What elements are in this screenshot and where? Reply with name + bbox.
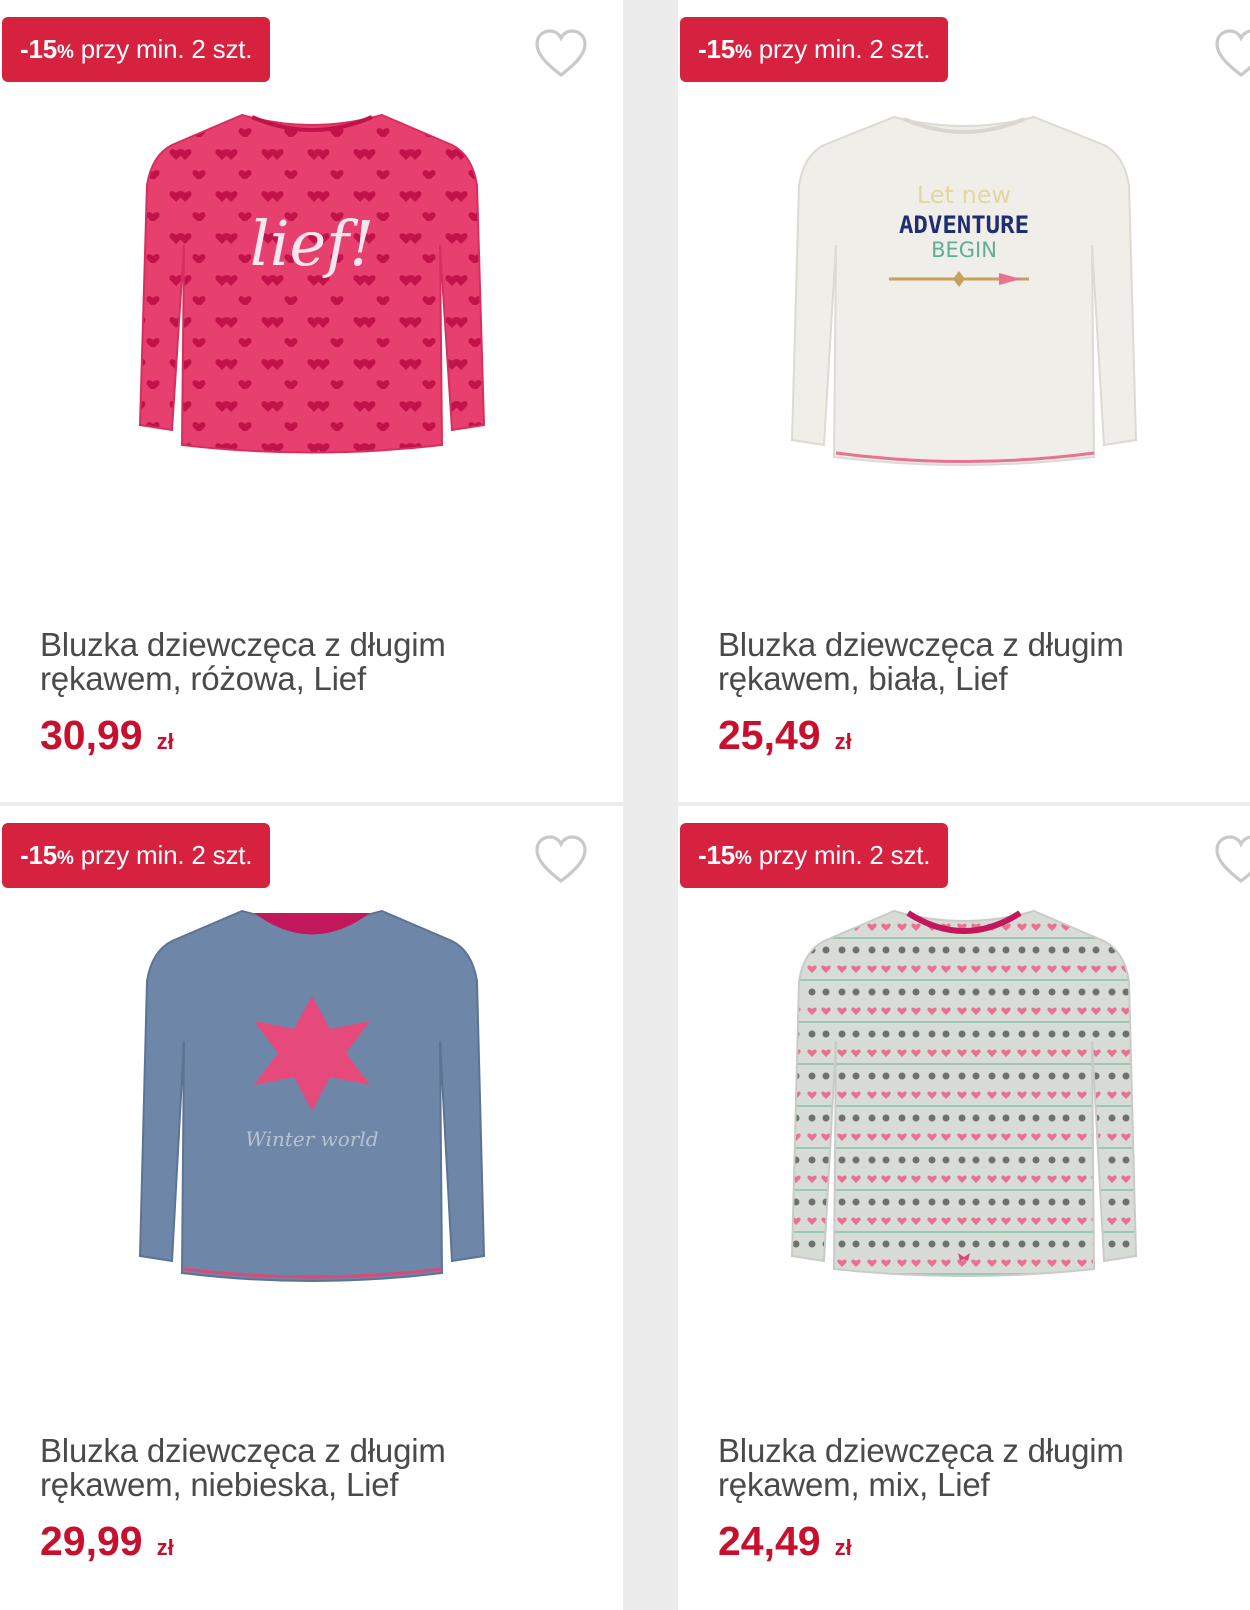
badge-percent-sign: % [734,848,752,869]
product-title-line: rękawem, mix, Lief [718,1466,990,1503]
price-value: 29,99 [40,1518,143,1564]
product-image[interactable] [678,901,1250,1341]
price-value: 30,99 [40,712,143,758]
badge-text: przy min. 2 szt. [80,34,253,64]
heart-outline-icon[interactable] [1214,834,1250,886]
product-grid: -15% przy min. 2 szt. lief! Bluzka dziew… [0,0,1250,1610]
product-title-line: rękawem, różowa, Lief [40,660,366,697]
product-price: 29,99 zł [40,1518,174,1565]
print-text: Let new [917,181,1011,209]
svg-text:lief!: lief! [249,207,373,280]
badge-text: przy min. 2 szt. [758,34,931,64]
badge-percent: -15% [698,840,752,871]
badge-text: przy min. 2 szt. [80,840,253,870]
print-text: BEGIN [931,238,997,262]
product-card-pink[interactable]: -15% przy min. 2 szt. lief! Bluzka dziew… [0,0,623,802]
shirt-mix-image [790,909,1138,1277]
badge-percent-sign: % [56,42,74,63]
product-image[interactable]: Let new ADVENTURE BEGIN [678,95,1250,535]
product-title-line: rękawem, niebieska, Lief [40,1466,399,1503]
heart-outline-icon[interactable] [1214,28,1250,80]
product-price: 30,99 zł [40,712,174,759]
price-value: 24,49 [718,1518,821,1564]
product-title-line: rękawem, biała, Lief [718,660,1008,697]
badge-percent-sign: % [734,42,752,63]
discount-badge: -15% przy min. 2 szt. [2,823,271,888]
product-title[interactable]: Bluzka dziewczęca z długim rękawem, biał… [718,628,1218,696]
badge-percent-value: -15 [698,840,735,870]
product-title[interactable]: Bluzka dziewczęca z długim rękawem, mix,… [718,1434,1218,1502]
price-currency: zł [834,1535,852,1560]
price-value: 25,49 [718,712,821,758]
product-card-blue[interactable]: -15% przy min. 2 szt. Winter world Bluzk… [0,806,623,1610]
product-title-line: Bluzka dziewczęca z długim [40,626,446,663]
badge-percent: -15% [698,34,752,65]
product-price: 24,49 zł [718,1518,852,1565]
print-text: ADVENTURE [899,211,1029,239]
shirt-white-image: Let new ADVENTURE BEGIN [790,115,1138,466]
badge-percent: -15% [20,840,74,871]
product-card-mix[interactable]: -15% przy min. 2 szt. Bluzka dziewczęca … [678,806,1250,1610]
badge-percent-sign: % [56,848,74,869]
shirt-pink-image: lief! [138,113,485,454]
discount-badge: -15% przy min. 2 szt. [2,17,271,82]
badge-percent-value: -15 [20,34,57,64]
badge-text: przy min. 2 szt. [758,840,931,870]
discount-badge: -15% przy min. 2 szt. [680,17,949,82]
shirt-blue-image: Winter world [138,909,485,1282]
product-title[interactable]: Bluzka dziewczęca z długim rękawem, nieb… [40,1434,540,1502]
heart-outline-icon[interactable] [534,28,588,80]
price-currency: zł [834,729,852,754]
price-currency: zł [156,1535,174,1560]
product-title-line: Bluzka dziewczęca z długim [40,1432,446,1469]
product-price: 25,49 zł [718,712,852,759]
badge-percent: -15% [20,34,74,65]
product-image[interactable]: lief! [0,95,623,535]
print-text: Winter world [245,1127,378,1151]
badge-percent-value: -15 [20,840,57,870]
price-currency: zł [156,729,174,754]
product-title-line: Bluzka dziewczęca z długim [718,1432,1124,1469]
product-image[interactable]: Winter world [0,901,623,1341]
product-card-white[interactable]: -15% przy min. 2 szt. Let new ADVENTURE … [678,0,1250,802]
discount-badge: -15% przy min. 2 szt. [680,823,949,888]
product-title[interactable]: Bluzka dziewczęca z długim rękawem, różo… [40,628,540,696]
badge-percent-value: -15 [698,34,735,64]
product-title-line: Bluzka dziewczęca z długim [718,626,1124,663]
heart-outline-icon[interactable] [534,834,588,886]
